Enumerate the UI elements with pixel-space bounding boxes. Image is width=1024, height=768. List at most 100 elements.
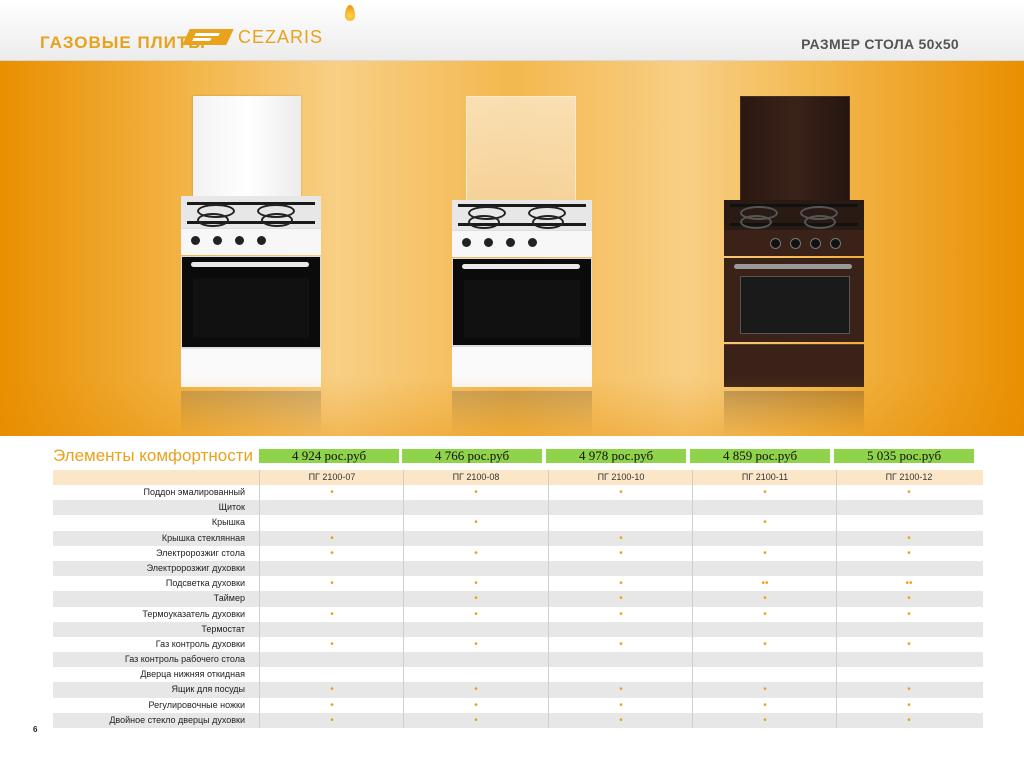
feature-mark: •: [836, 530, 981, 546]
feature-mark: [692, 667, 837, 683]
feature-mark: •: [548, 606, 693, 622]
table-row: Электророзжиг духовки: [53, 560, 983, 577]
table-row: Поддон эмалированный • • • • •: [53, 485, 983, 501]
feature-mark: •: [692, 682, 837, 698]
feature-label: Газ контроль духовки: [155, 638, 245, 649]
table-size-label: РАЗМЕР СТОЛА 50х50: [801, 36, 959, 52]
feature-mark: •: [259, 682, 404, 698]
feature-mark: •: [403, 545, 548, 561]
feature-mark: •: [259, 545, 404, 561]
feature-mark: [403, 621, 548, 637]
table-row: Термостат: [53, 621, 983, 637]
price-label: 5 035 рос.руб: [834, 449, 974, 463]
feature-mark: •: [548, 485, 693, 501]
feature-label: Ящик для посуды: [171, 684, 245, 695]
feature-mark: ••: [692, 576, 837, 592]
feature-mark: •: [548, 545, 693, 561]
feature-label: Термоуказатель духовки: [142, 608, 245, 619]
feature-mark: [692, 652, 837, 668]
feature-mark: [692, 621, 837, 637]
feature-mark: •: [259, 530, 404, 546]
page-title: ГАЗОВЫЕ ПЛИТЫ: [40, 33, 206, 52]
feature-mark: [548, 667, 693, 683]
feature-mark: [836, 560, 981, 577]
feature-label: Электророзжиг стола: [155, 547, 245, 558]
feature-mark: •: [403, 712, 548, 728]
feature-mark: •: [548, 636, 693, 653]
product-showcase: [0, 61, 1024, 436]
feature-mark: [836, 500, 981, 516]
table-row: Газ контроль духовки • • • • •: [53, 636, 983, 653]
feature-mark: [403, 652, 548, 668]
feature-mark: [548, 652, 693, 668]
feature-mark: •: [836, 682, 981, 698]
feature-mark: •: [403, 636, 548, 653]
feature-mark: [836, 667, 981, 683]
model-name: ПГ 2100-07: [259, 470, 404, 485]
feature-mark: •: [836, 712, 981, 728]
feature-mark: [259, 667, 404, 683]
feature-mark: [836, 515, 981, 531]
stove-image-white-lid: [181, 96, 321, 387]
page-number: 6: [33, 725, 38, 734]
model-header-row: ПГ 2100-07 ПГ 2100-08 ПГ 2100-10 ПГ 2100…: [53, 470, 983, 485]
comfort-features-table: ПГ 2100-07 ПГ 2100-08 ПГ 2100-10 ПГ 2100…: [53, 470, 983, 728]
feature-mark: •: [836, 636, 981, 653]
feature-label: Таймер: [213, 593, 245, 604]
brand-logo: CEZARIS: [182, 4, 355, 52]
feature-mark: •: [836, 591, 981, 607]
feature-mark: •: [548, 697, 693, 713]
price-label: 4 924 рос.руб: [259, 449, 399, 463]
table-row: Дверца нижняя откидная: [53, 667, 983, 683]
feature-mark: •: [403, 591, 548, 607]
feature-label: Щиток: [218, 502, 245, 513]
feature-label: Двойное стекло дверцы духовки: [109, 714, 245, 725]
logo-mark-icon: [182, 29, 234, 45]
feature-mark: •: [259, 606, 404, 622]
feature-mark: [259, 652, 404, 668]
feature-mark: [403, 667, 548, 683]
page-header: ГАЗОВЫЕ ПЛИТЫ CEZARIS РАЗМЕР СТОЛА 50х50: [0, 0, 1024, 61]
feature-mark: •: [836, 697, 981, 713]
feature-mark: [548, 560, 693, 577]
feature-mark: ••: [836, 576, 981, 592]
table-row: Крышка стеклянная • • •: [53, 530, 983, 546]
table-row: Щиток: [53, 500, 983, 516]
feature-mark: •: [692, 485, 837, 501]
feature-label: Газ контроль рабочего стола: [124, 654, 245, 665]
feature-mark: •: [692, 515, 837, 531]
feature-mark: [403, 500, 548, 516]
feature-label: Подсветка духовки: [165, 578, 245, 589]
model-name: ПГ 2100-08: [403, 470, 548, 485]
table-row: Ящик для посуды • • • • •: [53, 682, 983, 698]
table-row: Электророзжиг стола • • • • •: [53, 545, 983, 561]
feature-mark: •: [692, 712, 837, 728]
brand-name: CEZARIS: [238, 4, 355, 48]
price-label: 4 859 рос.руб: [690, 449, 830, 463]
feature-mark: •: [403, 485, 548, 501]
feature-label: Крышка стеклянная: [161, 532, 245, 543]
feature-mark: [548, 515, 693, 531]
table-row: Таймер • • • •: [53, 591, 983, 607]
table-row: Крышка • •: [53, 515, 983, 531]
feature-mark: [836, 652, 981, 668]
feature-mark: •: [836, 545, 981, 561]
flame-icon: [345, 4, 355, 21]
model-name: ПГ 2100-11: [692, 470, 837, 485]
feature-mark: •: [836, 485, 981, 501]
feature-label: Поддон эмалированный: [143, 487, 245, 497]
feature-mark: [692, 500, 837, 516]
model-name: ПГ 2100-12: [836, 470, 981, 485]
feature-mark: •: [259, 697, 404, 713]
table-row: Подсветка духовки • • • •• ••: [53, 576, 983, 592]
feature-mark: •: [259, 576, 404, 592]
feature-mark: •: [692, 591, 837, 607]
feature-label: Дверца нижняя откидная: [140, 669, 245, 680]
feature-label: Регулировочные ножки: [148, 699, 245, 710]
price-label: 4 978 рос.руб: [546, 449, 686, 463]
feature-label: Электророзжиг духовки: [146, 562, 245, 573]
feature-mark: [259, 591, 404, 607]
feature-mark: •: [548, 530, 693, 546]
table-row: Двойное стекло дверцы духовки • • • • •: [53, 712, 983, 728]
feature-mark: •: [259, 636, 404, 653]
